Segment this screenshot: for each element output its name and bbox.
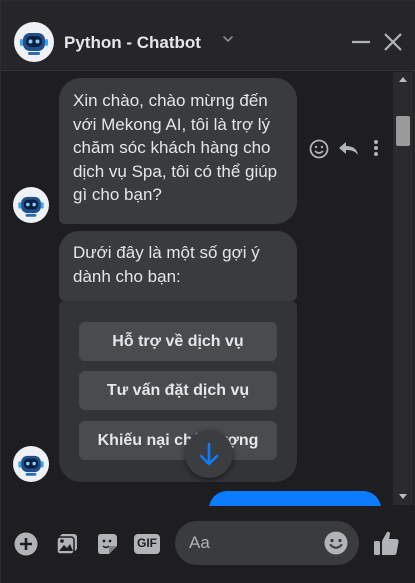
robot-avatar-icon[interactable] xyxy=(14,22,54,62)
arrow-down-icon[interactable] xyxy=(185,430,233,478)
scroll-up-arrow[interactable] xyxy=(399,77,407,82)
message-input[interactable] xyxy=(189,521,325,565)
scroll-thumb[interactable] xyxy=(396,116,410,146)
gif-icon[interactable]: GIF xyxy=(133,531,161,557)
message-compose xyxy=(175,521,359,565)
quick-reply-button[interactable]: Hỗ trợ về dịch vụ xyxy=(79,322,277,361)
chat-header: Python - Chatbot xyxy=(1,1,415,71)
gif-label: GIF xyxy=(137,536,157,550)
scroll-down-arrow[interactable] xyxy=(399,494,407,499)
sent-message[interactable] xyxy=(209,491,381,506)
emoji-icon[interactable] xyxy=(323,530,349,556)
sticker-icon[interactable] xyxy=(94,531,120,557)
reply-icon[interactable] xyxy=(336,136,360,160)
more-options-icon[interactable] xyxy=(370,136,382,160)
chevron-down-icon[interactable] xyxy=(221,32,235,46)
message-list[interactable]: Xin chào, chào mừng đến với Mekong AI, t… xyxy=(1,72,396,506)
composer-bar: GIF xyxy=(1,506,415,583)
received-message[interactable]: Dưới đây là một số gợi ý dành cho bạn: xyxy=(59,231,297,301)
robot-avatar-icon xyxy=(13,187,49,223)
emoji-react-icon[interactable] xyxy=(308,136,330,160)
close-icon[interactable] xyxy=(380,29,406,55)
chat-title[interactable]: Python - Chatbot xyxy=(64,33,201,53)
plus-icon[interactable] xyxy=(13,531,39,557)
quick-reply-button[interactable]: Tư vấn đặt dịch vụ xyxy=(79,371,277,410)
minimize-icon[interactable] xyxy=(348,29,374,55)
received-message[interactable]: Xin chào, chào mừng đến với Mekong AI, t… xyxy=(59,78,297,224)
quick-reply-button[interactable]: Khiếu nại chất lượng xyxy=(79,421,277,460)
robot-avatar-icon xyxy=(13,446,49,482)
thumbs-up-icon[interactable] xyxy=(371,528,401,558)
scrollbar[interactable] xyxy=(393,72,413,505)
chat-window: Python - Chatbot Xin chào, chào mừng đến… xyxy=(0,0,415,583)
gallery-icon[interactable] xyxy=(54,531,80,557)
quick-reply-card: Hỗ trợ về dịch vụ Tư vấn đặt dịch vụ Khi… xyxy=(59,301,297,482)
